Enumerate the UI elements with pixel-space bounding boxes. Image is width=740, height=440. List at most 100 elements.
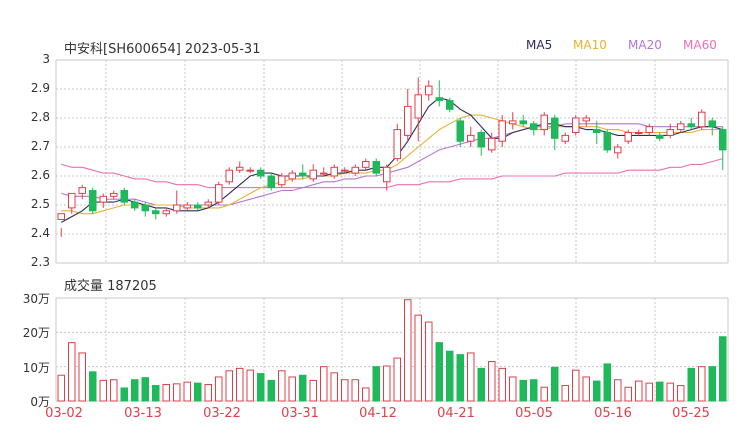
candle-body [130, 201, 139, 209]
candle-body [498, 120, 507, 142]
candle-body [414, 94, 423, 119]
volume-bar [645, 382, 654, 402]
volume-bar [298, 374, 307, 402]
volume-bar [718, 336, 727, 402]
volume-bar [309, 379, 318, 402]
candle-body [372, 161, 381, 174]
volume-bar [204, 384, 213, 402]
candle-body [235, 166, 244, 171]
volume-bar [529, 379, 538, 402]
volume-bar [634, 380, 643, 402]
volume-bar [319, 366, 328, 402]
ma5-line [61, 97, 723, 223]
candle-body [634, 132, 643, 134]
candle-body [466, 134, 475, 142]
volume-bar [351, 379, 360, 402]
volume-bar [393, 357, 402, 402]
volume-bar [214, 376, 223, 402]
candle-body [435, 97, 444, 102]
candle-body [571, 117, 580, 133]
ma10-line [61, 114, 723, 215]
candle-body [708, 120, 717, 128]
volume-bar [288, 376, 297, 402]
volume-bar [172, 383, 181, 402]
legend-ma60: MA60 [683, 38, 717, 52]
price-tick-label: 2.4 [30, 226, 50, 240]
chart-title: 中安科[SH600654] 2023-05-31 [64, 42, 261, 57]
date-tick-label: 03-22 [203, 406, 241, 421]
candle-body [267, 175, 276, 189]
candle-body [204, 201, 213, 206]
volume-bar [424, 321, 433, 402]
date-tick-label: 05-16 [594, 406, 632, 421]
volume-bar [708, 366, 717, 402]
volume-bar [225, 370, 234, 402]
volume-bar [697, 366, 706, 402]
volume-bar [561, 385, 570, 402]
legend-ma20: MA20 [628, 38, 662, 52]
volume-bar [130, 379, 139, 402]
date-tick-label: 03-13 [124, 406, 162, 421]
candle-body [655, 134, 664, 139]
candle-body [487, 137, 496, 151]
volume-bar [456, 354, 465, 402]
volume-bar [435, 342, 444, 402]
price-tick-label: 2.9 [30, 81, 50, 95]
volume-bar [498, 367, 507, 402]
candle-body [183, 204, 192, 209]
candle-body [456, 120, 465, 142]
candle-body [151, 210, 160, 215]
volume-bar [78, 352, 87, 402]
candle-body [351, 166, 360, 174]
candle-body [403, 105, 412, 136]
candle-body [99, 195, 108, 203]
ma20-line [61, 123, 723, 206]
volume-bar [99, 379, 108, 402]
volume-bar [57, 374, 66, 402]
candle-body [78, 187, 87, 194]
volume-bar [613, 379, 622, 402]
candle-body [162, 210, 171, 215]
volume-title: 成交量 187205 [64, 279, 157, 294]
volume-tick-label: 10万 [22, 361, 50, 375]
candle-body [508, 120, 517, 125]
volume-tick-label: 20万 [22, 326, 50, 340]
volume-bar [676, 385, 685, 402]
candle-body [445, 100, 454, 110]
candle-body [687, 123, 696, 128]
candle-body [57, 213, 66, 220]
volume-bar [330, 372, 339, 402]
volume-bar [487, 361, 496, 402]
candle-body [603, 132, 612, 151]
volume-bar [88, 371, 97, 402]
volume-bar [466, 352, 475, 402]
date-tick-label: 05-25 [672, 406, 710, 421]
candle-body [561, 134, 570, 142]
volume-bar [151, 385, 160, 402]
price-tick-label: 2.3 [30, 255, 50, 269]
volume-bar [603, 363, 612, 402]
candle-body [550, 117, 559, 139]
candle-body [477, 132, 486, 148]
candle-body [424, 85, 433, 96]
volume-bar [445, 350, 454, 402]
volume-bar [550, 366, 559, 402]
volume-tick-label: 30万 [22, 292, 50, 306]
candle-body [361, 161, 370, 168]
candle-body [393, 129, 402, 160]
volume-bar [414, 314, 423, 402]
volume-bar [592, 380, 601, 402]
candle-body [624, 132, 633, 142]
candle-body [309, 169, 318, 180]
candle-body [120, 190, 129, 203]
volume-bar [120, 387, 129, 402]
candle-body [540, 114, 549, 131]
volume-bar [508, 376, 517, 402]
volume-bar [540, 386, 549, 402]
stock-chart [55, 59, 729, 402]
volume-bar [361, 387, 370, 402]
volume-bar [372, 366, 381, 402]
volume-bar [277, 370, 286, 402]
candle-body [298, 172, 307, 177]
volume-bar [624, 386, 633, 402]
